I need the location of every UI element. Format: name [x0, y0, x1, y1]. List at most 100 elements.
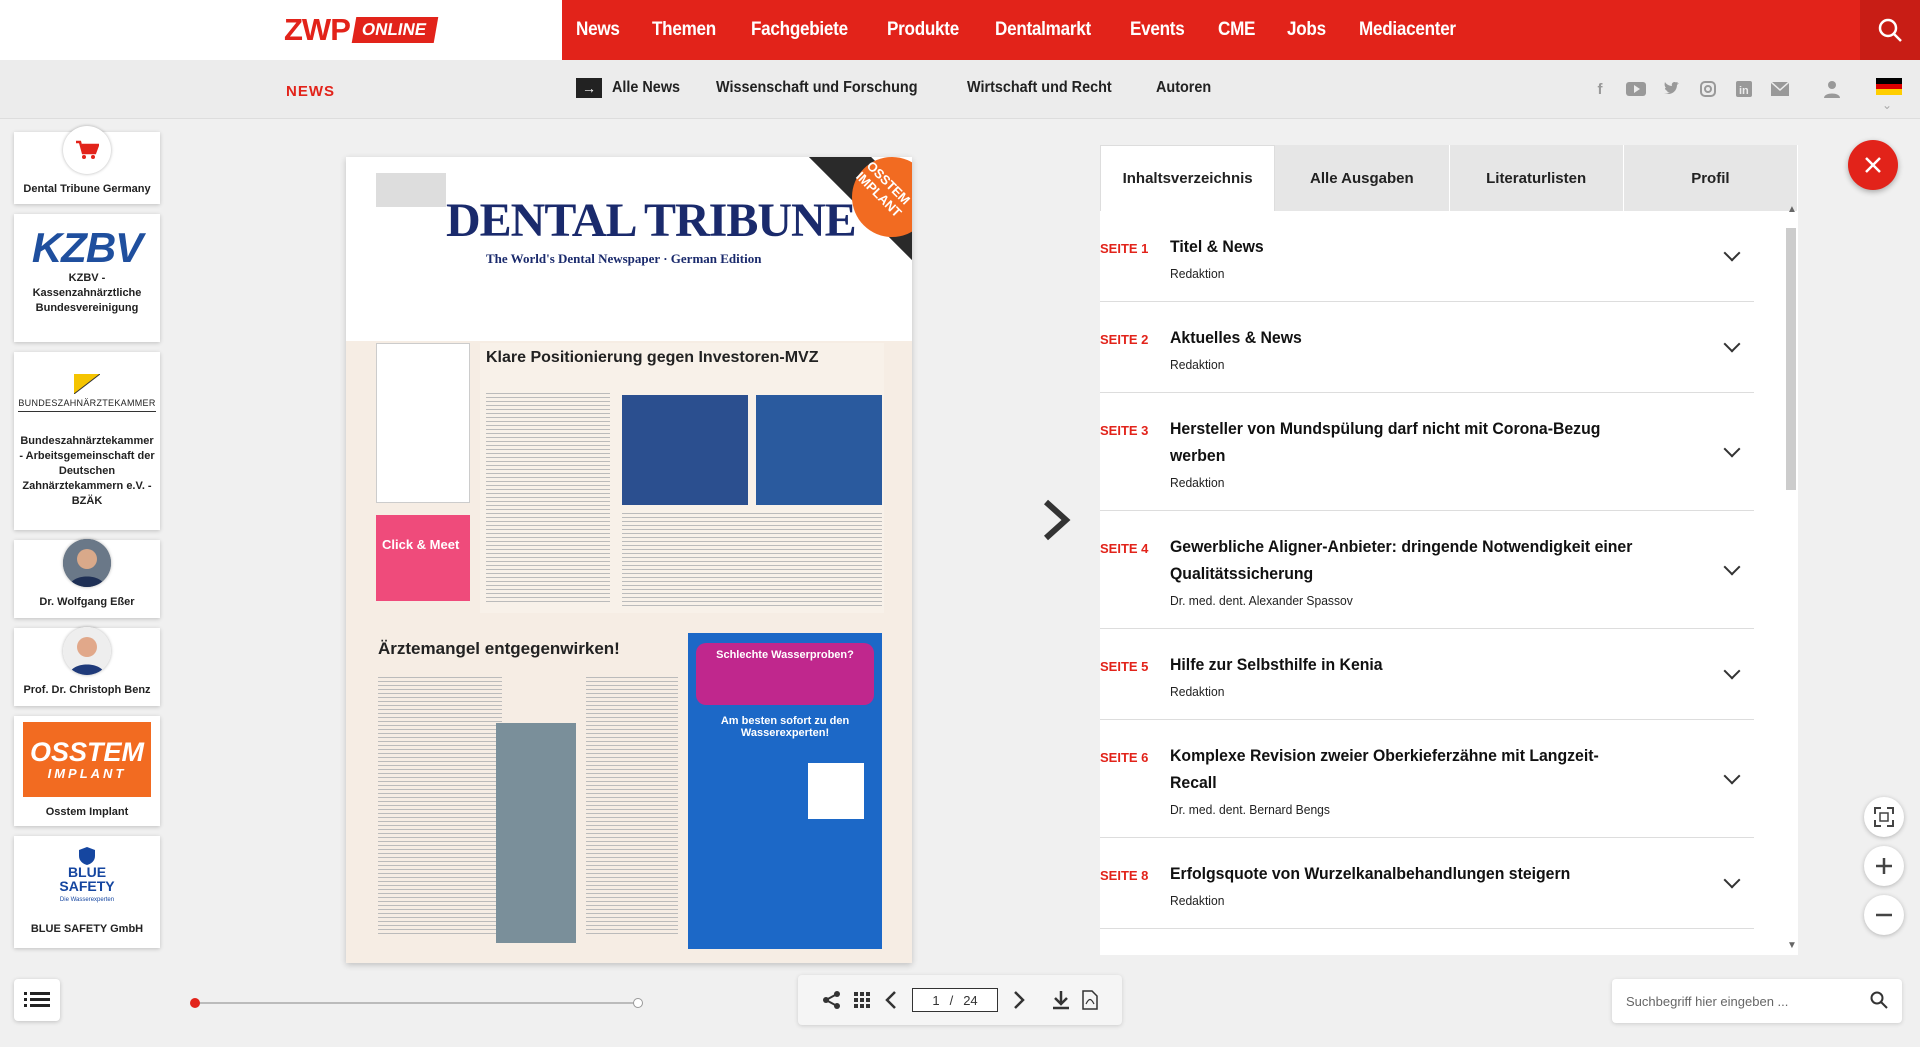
toc-scrollbar[interactable]: ▲ ▼	[1784, 204, 1798, 952]
next-page-arrow[interactable]	[1042, 496, 1072, 554]
search-icon[interactable]	[1870, 991, 1888, 1009]
doctor-photo	[496, 723, 576, 943]
revical-ad	[376, 343, 470, 503]
tab-inhaltsverzeichnis[interactable]: Inhaltsverzeichnis	[1100, 145, 1276, 211]
chevron-down-icon[interactable]	[1723, 662, 1741, 680]
minus-icon	[1876, 913, 1892, 917]
search-button[interactable]	[1860, 0, 1920, 60]
sidebar-item-benz[interactable]: Prof. Dr. Christoph Benz	[14, 626, 160, 706]
publication-subtitle: The World's Dental Newspaper · German Ed…	[486, 251, 762, 266]
toc-author: Redaktion	[1170, 893, 1225, 908]
download-icon[interactable]	[1052, 990, 1070, 1010]
second-text-2	[586, 677, 678, 937]
zwp-online-logo[interactable]: ZWP ONLINE	[284, 14, 439, 46]
nav-item-themen[interactable]: Themen	[652, 19, 716, 41]
toc-title: Aktuelles & News	[1170, 328, 1302, 347]
subnav-alle-news[interactable]: Alle News	[612, 79, 680, 97]
toc-title: Erfolgsquote von Wurzelkanalbehandlungen…	[1170, 864, 1571, 883]
blue-safety-ad-pink: Schlechte Wasserproben?	[696, 643, 874, 705]
scroll-up-icon[interactable]: ▲	[1787, 204, 1797, 215]
bzaek-logo: BUNDESZAHNÄRZTEKAMMER	[18, 396, 156, 412]
sidebar-item-osstem[interactable]: OSSTEM IMPLANT Osstem Implant	[14, 716, 160, 826]
zoom-in-button[interactable]	[1864, 846, 1904, 886]
toc-row[interactable]: SEITE 2 Aktuelles & News Redaktion	[1100, 302, 1754, 393]
sidebar-item-label: Prof. Dr. Christoph Benz	[23, 683, 151, 696]
twitter-icon[interactable]	[1662, 80, 1682, 98]
chevron-down-icon[interactable]: ⌄	[1882, 98, 1892, 112]
facebook-icon[interactable]: f	[1590, 80, 1610, 98]
toc-row[interactable]: SEITE 9Listerine	[1100, 929, 1754, 955]
youtube-icon[interactable]	[1626, 80, 1646, 98]
toc-row[interactable]: SEITE 1 Titel & News Redaktion	[1100, 211, 1754, 302]
zoom-out-button[interactable]	[1864, 895, 1904, 935]
chevron-down-icon[interactable]	[1723, 952, 1741, 955]
subnav-autoren[interactable]: Autoren	[1156, 79, 1211, 97]
mail-icon[interactable]	[1770, 80, 1790, 98]
share-icon[interactable]	[822, 990, 842, 1010]
nav-item-events[interactable]: Events	[1130, 19, 1185, 41]
subnav-wirtschaft[interactable]: Wirtschaft und Recht	[967, 79, 1112, 97]
grid-icon[interactable]	[854, 992, 870, 1008]
page-separator: /	[949, 992, 954, 1008]
nav-item-news[interactable]: News	[576, 19, 620, 41]
blue-safety-ad: Schlechte Wasserproben? Am besten sofort…	[688, 633, 882, 949]
sidebar-item-blue-safety[interactable]: BLUE SAFETY Die Wasserexperten BLUE SAFE…	[14, 836, 160, 948]
toc-row[interactable]: SEITE 4 Gewerbliche Aligner-Anbieter: dri…	[1100, 511, 1754, 629]
blue-safety-logo: BLUE SAFETY	[59, 864, 115, 894]
blue-safety-sub: Die Wasserexperten	[59, 897, 115, 903]
toc-row[interactable]: SEITE 8 Erfolgsquote von Wurzelkanalbehan…	[1100, 838, 1754, 929]
lead-text-2	[622, 513, 882, 607]
nav-item-mediacenter[interactable]: Mediacenter	[1359, 19, 1456, 41]
osstem-corner-ad: OSSTEM IMPLANT	[762, 157, 912, 347]
page-slider-track[interactable]	[194, 1002, 638, 1004]
sidebar-item-label: Dental Tribune Germany	[23, 182, 151, 195]
sidebar-item-bzaek[interactable]: BUNDESZAHNÄRZTEKAMMER Bundeszahnärztekam…	[14, 352, 160, 530]
user-icon[interactable]	[1824, 80, 1840, 103]
instagram-icon[interactable]	[1698, 80, 1718, 98]
chevron-down-icon[interactable]	[1723, 440, 1741, 457]
linkedin-icon[interactable]: in	[1734, 80, 1754, 98]
qr-code	[808, 763, 864, 819]
tab-literaturlisten[interactable]: Literaturlisten	[1449, 145, 1624, 211]
tab-alle-ausgaben[interactable]: Alle Ausgaben	[1275, 145, 1450, 211]
nav-item-fachgebiete[interactable]: Fachgebiete	[751, 19, 848, 41]
scrollbar-thumb[interactable]	[1786, 228, 1796, 490]
osstem-logo-sub: IMPLANT	[47, 766, 127, 781]
page-number-input[interactable]: 1 / 24	[912, 988, 998, 1012]
nav-item-dentalmarkt[interactable]: Dentalmarkt	[995, 19, 1091, 41]
fit-page-button[interactable]	[1864, 797, 1904, 837]
chevron-down-icon[interactable]	[1723, 871, 1741, 889]
nav-item-produkte[interactable]: Produkte	[887, 19, 959, 41]
page-viewer[interactable]: DENTAL TRIBUNE The World's Dental Newspa…	[346, 157, 912, 963]
chevron-down-icon[interactable]	[1723, 767, 1741, 784]
toc-row[interactable]: SEITE 6 Komplexe Revision zweier Oberkief…	[1100, 720, 1754, 838]
logo-online-text: ONLINE	[351, 17, 439, 43]
page-slider-handle[interactable]	[190, 998, 200, 1008]
chevron-down-icon[interactable]	[1723, 335, 1741, 353]
toc-page-number: SEITE 3	[1100, 423, 1149, 438]
sidebar-item-dental-tribune[interactable]: Dental Tribune Germany	[14, 125, 160, 204]
chevron-right-icon[interactable]	[1012, 990, 1026, 1010]
sub-bar: NEWS → Alle News Wissenschaft und Forsch…	[0, 60, 1920, 119]
tab-profil[interactable]: Profil	[1623, 145, 1798, 211]
list-menu-button[interactable]	[14, 979, 60, 1021]
scroll-down-icon[interactable]: ▼	[1787, 940, 1797, 951]
subnav-wissenschaft[interactable]: Wissenschaft und Forschung	[716, 79, 917, 97]
main-nav: News Themen Fachgebiete Produkte Dentalmarkt…	[562, 0, 1920, 60]
search-placeholder: Suchbegriff hier eingeben ...	[1626, 993, 1789, 1009]
toc-row[interactable]: SEITE 5 Hilfe zur Selbsthilfe in Kenia Red…	[1100, 629, 1754, 720]
nav-item-jobs[interactable]: Jobs	[1287, 19, 1326, 41]
close-button[interactable]	[1848, 140, 1898, 190]
sidebar-item-esser[interactable]: Dr. Wolfgang Eßer	[14, 538, 160, 618]
search-field[interactable]: Suchbegriff hier eingeben ...	[1612, 979, 1902, 1023]
chevron-down-icon[interactable]	[1723, 558, 1741, 575]
sidebar-item-kzbv[interactable]: KZBV KZBV - Kassenzahnärztliche Bundesve…	[14, 214, 160, 342]
issue-panel: Inhaltsverzeichnis Alle Ausgaben Literat…	[1100, 145, 1798, 955]
chevron-left-icon[interactable]	[884, 990, 898, 1010]
toc-row[interactable]: SEITE 3 Hersteller von Mundspülung darf n…	[1100, 393, 1754, 511]
flag-de-icon[interactable]	[1876, 78, 1902, 95]
toc-page-number: SEITE 2	[1100, 332, 1149, 347]
pdf-icon[interactable]	[1082, 990, 1098, 1010]
nav-item-cme[interactable]: CME	[1218, 19, 1255, 41]
chevron-down-icon[interactable]	[1723, 244, 1741, 262]
